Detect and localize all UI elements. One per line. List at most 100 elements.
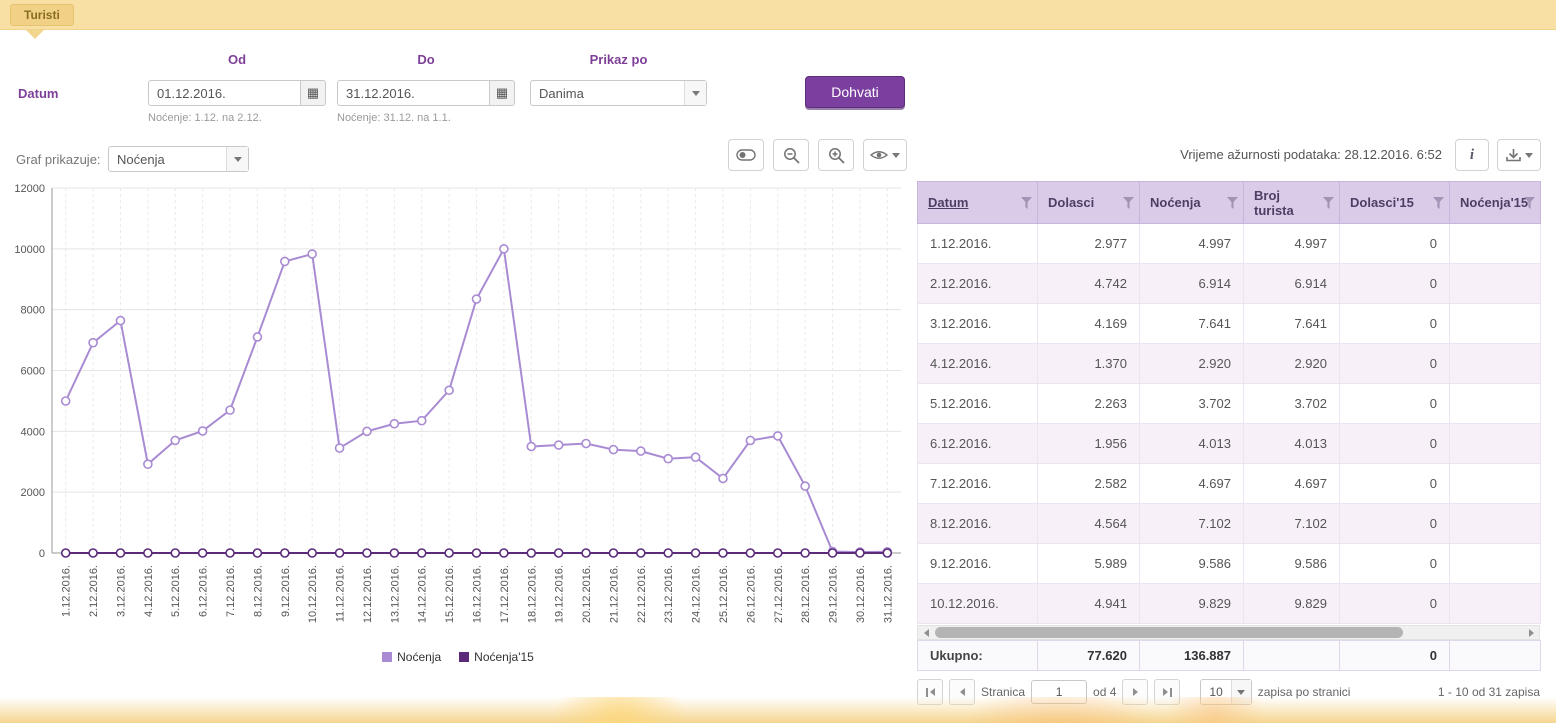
table-cell: 2.920 <box>1244 344 1340 384</box>
svg-text:9.12.2016.: 9.12.2016. <box>280 565 292 617</box>
column-header[interactable]: Datum <box>918 182 1038 224</box>
chevron-down-icon <box>1525 153 1533 158</box>
page-size-dropdown[interactable]: 10 <box>1200 679 1251 705</box>
svg-text:0: 0 <box>39 548 45 560</box>
info-icon: i <box>1470 147 1474 164</box>
legend-item[interactable]: Noćenja'15 <box>459 650 534 664</box>
date-to-group: ▦ <box>337 80 515 106</box>
filter-icon[interactable] <box>1021 197 1032 212</box>
total-cell <box>1450 641 1541 671</box>
scrollbar-thumb[interactable] <box>935 627 1403 638</box>
total-cell: 136.887 <box>1140 641 1244 671</box>
page-label: Stranica <box>981 685 1025 699</box>
page-number-input[interactable] <box>1031 680 1087 704</box>
scroll-left-arrow[interactable] <box>918 626 934 639</box>
nocenja-line-chart[interactable]: 0200040006000800010000120001.12.2016.2.1… <box>8 178 908 648</box>
filter-icon[interactable] <box>1123 197 1134 212</box>
filter-icon[interactable] <box>1433 197 1444 212</box>
prikaz-po-value: Danima <box>531 86 684 101</box>
table-horizontal-scrollbar[interactable] <box>917 625 1540 640</box>
table-row: 9.12.2016.5.9899.5869.5860 <box>918 544 1541 584</box>
svg-text:2000: 2000 <box>21 487 45 499</box>
zoom-out-icon <box>783 147 800 164</box>
table-cell: 1.956 <box>1038 424 1140 464</box>
table-cell: 0 <box>1340 344 1450 384</box>
table-row: 2.12.2016.4.7426.9146.9140 <box>918 264 1541 304</box>
svg-text:3.12.2016.: 3.12.2016. <box>115 565 127 617</box>
date-from-input[interactable] <box>148 80 300 106</box>
filter-icon[interactable] <box>1227 197 1238 212</box>
svg-text:14.12.2016.: 14.12.2016. <box>417 565 429 623</box>
chart-toggle-button[interactable] <box>728 139 764 171</box>
data-updated-label: Vrijeme ažurnosti podataka: 28.12.2016. … <box>980 147 1442 162</box>
series-visibility-button[interactable] <box>863 139 907 171</box>
filter-icon[interactable] <box>1524 197 1535 212</box>
table-cell: 7.641 <box>1140 304 1244 344</box>
table-cell <box>1450 584 1541 624</box>
first-page-button[interactable] <box>917 679 943 705</box>
calendar-button[interactable]: ▦ <box>300 80 326 106</box>
table-cell: 6.12.2016. <box>918 424 1038 464</box>
svg-text:18.12.2016.: 18.12.2016. <box>526 565 538 623</box>
column-header[interactable]: Noćenja'15 <box>1450 182 1541 224</box>
scroll-right-arrow[interactable] <box>1523 626 1539 639</box>
table-cell <box>1450 304 1541 344</box>
table-row: 1.12.2016.2.9774.9974.9970 <box>918 224 1541 264</box>
table-cell <box>1450 424 1541 464</box>
table-row: 6.12.2016.1.9564.0134.0130 <box>918 424 1541 464</box>
last-page-button[interactable] <box>1154 679 1180 705</box>
column-header[interactable]: Noćenja <box>1140 182 1244 224</box>
table-header-row: DatumDolasci Noćenja Broj turista Dolasci'1… <box>918 182 1541 224</box>
table-cell: 2.582 <box>1038 464 1140 504</box>
filter-icon[interactable] <box>1323 197 1334 212</box>
prikaz-po-dropdown[interactable]: Danima <box>530 80 707 106</box>
svg-text:11.12.2016.: 11.12.2016. <box>335 565 347 622</box>
zoom-out-button[interactable] <box>773 139 809 171</box>
table-cell: 1.370 <box>1038 344 1140 384</box>
table-cell: 4.941 <box>1038 584 1140 624</box>
legend-item[interactable]: Noćenja <box>382 650 441 664</box>
graf-series-dropdown[interactable]: Noćenja <box>108 146 249 172</box>
pagination-bar: Stranica od 4 10 zapisa po stranici 1 - … <box>917 679 1540 705</box>
table-row: 4.12.2016.1.3702.9202.9200 <box>918 344 1541 384</box>
table-cell: 7.641 <box>1244 304 1340 344</box>
zoom-in-button[interactable] <box>818 139 854 171</box>
calendar-button[interactable]: ▦ <box>489 80 515 106</box>
calendar-icon: ▦ <box>307 85 319 101</box>
svg-text:21.12.2016.: 21.12.2016. <box>608 565 620 623</box>
datum-label: Datum <box>18 86 58 101</box>
table-cell: 4.697 <box>1140 464 1244 504</box>
column-header-label: Broj turista <box>1254 188 1294 218</box>
next-page-button[interactable] <box>1122 679 1148 705</box>
svg-text:31.12.2016.: 31.12.2016. <box>882 565 894 623</box>
tab-pointer-icon <box>26 30 44 39</box>
info-button[interactable]: i <box>1455 139 1489 171</box>
legend-swatch <box>459 652 469 662</box>
od-label: Od <box>148 52 326 67</box>
column-header-label: Noćenja <box>1150 195 1201 210</box>
date-from-group: ▦ <box>148 80 326 106</box>
column-header[interactable]: Dolasci'15 <box>1340 182 1450 224</box>
svg-text:13.12.2016.: 13.12.2016. <box>389 565 401 623</box>
dohvati-button[interactable]: Dohvati <box>805 76 905 108</box>
calendar-icon: ▦ <box>496 85 508 101</box>
table-row: 7.12.2016.2.5824.6974.6970 <box>918 464 1541 504</box>
svg-text:22.12.2016.: 22.12.2016. <box>636 565 648 623</box>
export-button[interactable] <box>1497 139 1541 171</box>
chevron-down-icon <box>226 147 248 171</box>
chevron-down-icon <box>892 153 900 158</box>
column-header[interactable]: Dolasci <box>1038 182 1140 224</box>
chart-legend: Noćenja Noćenja'15 <box>8 650 908 664</box>
svg-text:4.12.2016.: 4.12.2016. <box>143 565 155 617</box>
table-cell: 0 <box>1340 264 1450 304</box>
date-from-hint: Noćenje: 1.12. na 2.12. <box>148 112 262 124</box>
tab-turisti[interactable]: Turisti <box>10 4 74 26</box>
table-cell: 4.997 <box>1244 224 1340 264</box>
prev-page-button[interactable] <box>949 679 975 705</box>
column-header[interactable]: Broj turista <box>1244 182 1340 224</box>
table-cell: 4.013 <box>1140 424 1244 464</box>
svg-text:28.12.2016.: 28.12.2016. <box>800 565 812 623</box>
table-cell: 2.263 <box>1038 384 1140 424</box>
date-to-input[interactable] <box>337 80 489 106</box>
table-cell: 3.12.2016. <box>918 304 1038 344</box>
